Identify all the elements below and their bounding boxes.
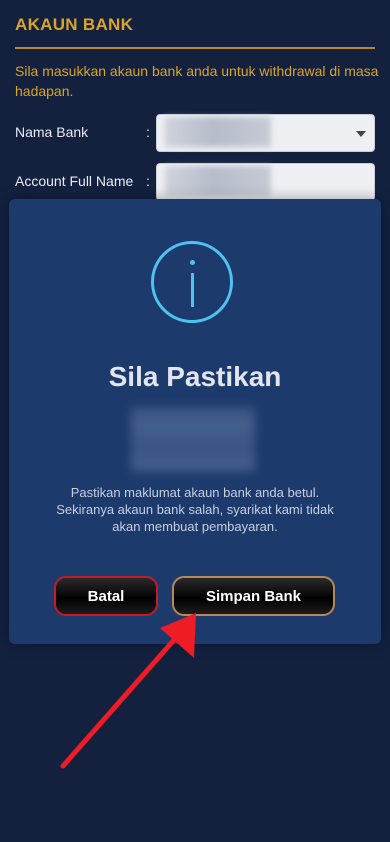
caret-down-icon [356,131,366,137]
account-name-label: Account Full Name [15,173,134,189]
dialog-title: Sila Pastikan [108,361,282,392]
dialog-message: Pastikan maklumat akaun bank anda betul.… [56,485,334,534]
bank-name-redacted-value [165,117,271,147]
info-icon-stem [191,273,194,307]
info-icon [151,241,233,323]
section-description: Sila masukkan akaun bank anda untuk with… [15,63,379,99]
title-divider [15,47,375,49]
confirm-dialog: Sila Pastikan Pastikan maklumat akaun ba… [9,199,381,644]
bank-name-colon: : [146,124,150,140]
cancel-button[interactable]: Batal [54,576,158,616]
account-name-row: Account Full Name : [15,163,375,201]
section-title: AKAUN BANK [15,15,134,34]
bank-name-row: Nama Bank : [15,114,375,152]
account-name-colon: : [146,173,150,189]
info-icon-dot [190,260,195,265]
account-name-input[interactable] [156,163,375,201]
save-bank-button[interactable]: Simpan Bank [172,576,335,616]
bank-name-label: Nama Bank [15,124,89,140]
bank-name-select[interactable] [156,114,375,152]
account-name-redacted-value [165,166,271,196]
dialog-redacted-details [131,407,255,471]
